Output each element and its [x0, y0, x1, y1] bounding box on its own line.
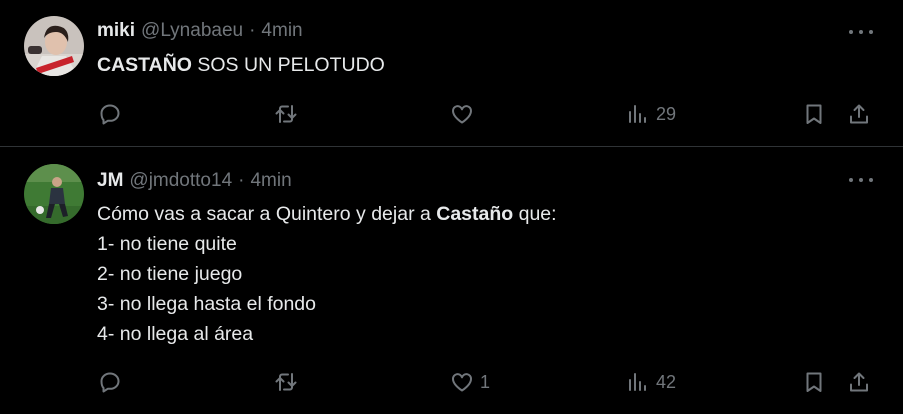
more-icon[interactable] [849, 22, 873, 42]
action-bar: 1 42 [0, 367, 903, 397]
author-name[interactable]: JM [97, 170, 123, 191]
text-bold: CASTAÑO [97, 54, 192, 76]
text-rest: SOS UN PELOTUDO [191, 54, 385, 76]
post-text: Cómo vas a sacar a Quintero y dejar a Ca… [97, 199, 557, 349]
text-line: Cómo vas a sacar a Quintero y dejar a [97, 203, 437, 225]
reply-button[interactable] [98, 99, 122, 129]
bookmark-icon [806, 104, 822, 124]
share-button[interactable] [847, 99, 871, 129]
retweet-button[interactable] [274, 367, 298, 397]
reply-icon [100, 372, 120, 393]
views-icon [629, 373, 646, 391]
views-button[interactable]: 42 [626, 367, 676, 397]
author-name[interactable]: miki [97, 20, 135, 41]
share-icon [850, 372, 868, 392]
post[interactable]: miki @Lynabaeu · 4min CASTAÑO SOS UN PELOTU… [0, 0, 903, 147]
text-line: 1- no tiene quite [97, 233, 237, 255]
views-count: 29 [656, 103, 677, 124]
heart-icon [452, 373, 472, 392]
text-line: 4- no llega al área [97, 323, 254, 345]
post[interactable]: JM @jmdotto14 · 4min Cómo vas a sacar a Qui… [0, 148, 903, 414]
views-button[interactable]: 29 [626, 99, 676, 129]
separator-dot: · [238, 170, 245, 191]
share-button[interactable] [847, 367, 871, 397]
more-icon[interactable] [849, 170, 873, 190]
like-count: 1 [480, 371, 491, 392]
text-line: que: [513, 203, 557, 225]
views-count: 42 [656, 371, 677, 392]
bookmark-icon [806, 372, 822, 392]
post-timestamp[interactable]: 4min [261, 20, 302, 41]
avatar[interactable] [24, 164, 84, 224]
bookmark-button[interactable] [802, 367, 826, 397]
author-handle[interactable]: @jmdotto14 [129, 170, 232, 191]
heart-icon [452, 105, 472, 124]
retweet-icon [275, 373, 297, 391]
post-text: CASTAÑO SOS UN PELOTUDO [97, 50, 385, 80]
text-line: 2- no tiene juego [97, 263, 243, 285]
separator-dot: · [249, 20, 256, 41]
post-header: miki @Lynabaeu · 4min [97, 20, 303, 42]
author-handle[interactable]: @Lynabaeu [141, 20, 243, 41]
text-bold: Castaño [436, 203, 514, 225]
bookmark-button[interactable] [802, 99, 826, 129]
like-button[interactable] [450, 99, 480, 129]
post-header: JM @jmdotto14 · 4min [97, 170, 292, 192]
divider [0, 146, 903, 147]
retweet-button[interactable] [274, 99, 298, 129]
reply-icon [100, 104, 120, 125]
text-line: 3- no llega hasta el fondo [97, 293, 316, 315]
avatar[interactable] [24, 16, 84, 76]
retweet-icon [275, 105, 297, 123]
reply-button[interactable] [98, 367, 122, 397]
views-icon [629, 105, 646, 123]
like-button[interactable]: 1 [450, 367, 490, 397]
post-timestamp[interactable]: 4min [250, 170, 291, 191]
share-icon [850, 104, 868, 124]
action-bar: 29 [0, 99, 903, 129]
